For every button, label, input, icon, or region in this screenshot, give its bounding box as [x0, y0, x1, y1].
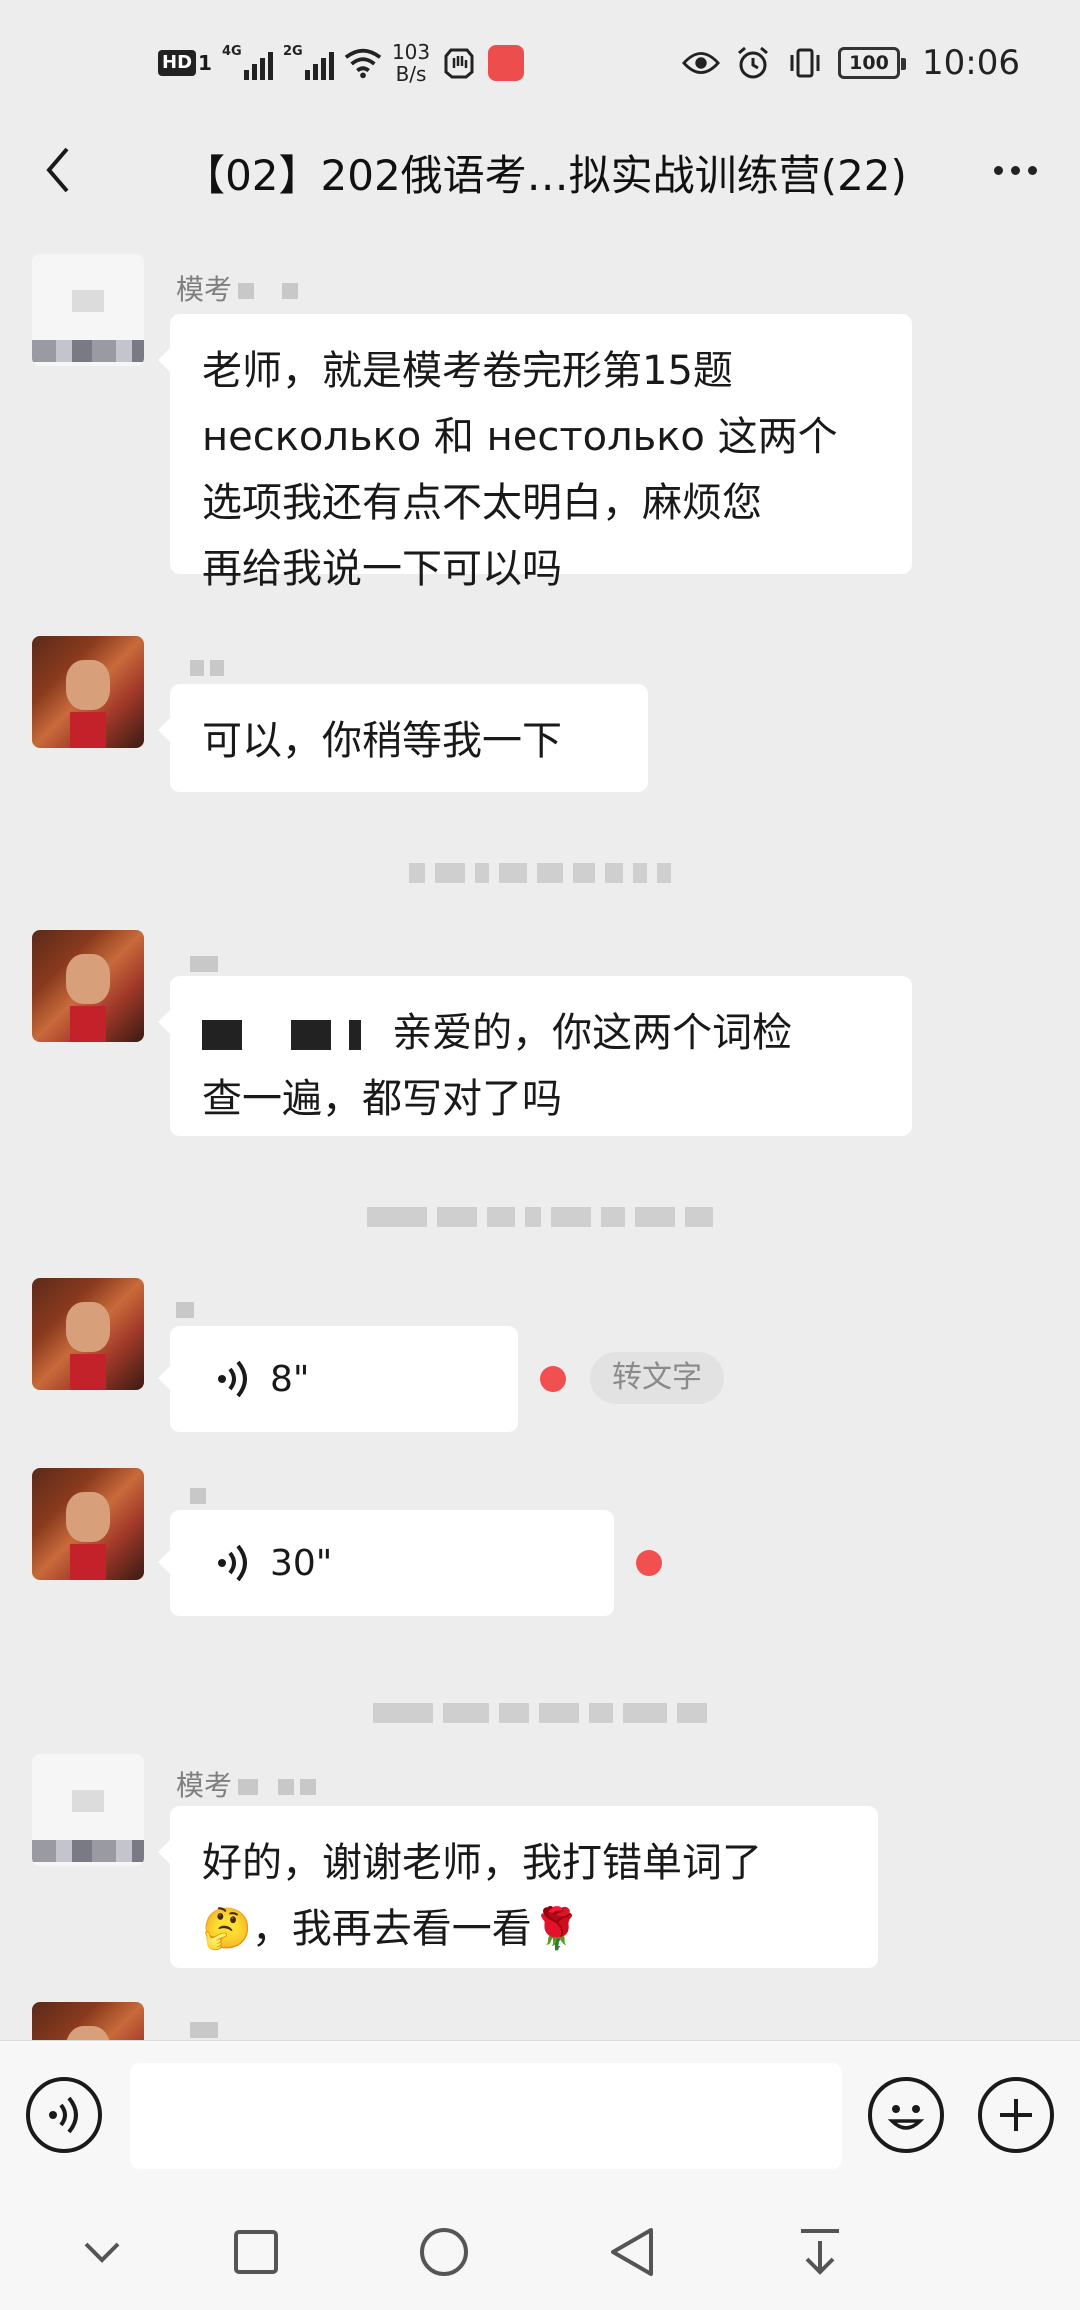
- chevron-down-icon: [84, 2242, 120, 2263]
- status-bar: HD 1 4G 2G 103 B/s 100 10:06: [0, 0, 1080, 120]
- sender-nickname: [176, 1292, 194, 1325]
- nickname-text: 模考: [176, 1769, 233, 1802]
- sender-nickname: 模考: [176, 268, 299, 308]
- avatar[interactable]: [32, 1468, 144, 1580]
- vibrate-icon: [786, 44, 824, 82]
- avatar[interactable]: [32, 1278, 144, 1390]
- message-text: 亲爱的，你这两个词检: [392, 1010, 793, 1056]
- sender-nickname: [176, 650, 224, 683]
- avatar[interactable]: [32, 636, 144, 748]
- sender-nickname: [176, 2012, 218, 2040]
- smiley-icon: [887, 2105, 925, 2130]
- plus-icon: [1000, 2099, 1032, 2131]
- voice-duration: 8": [270, 1358, 310, 1400]
- avatar[interactable]: [32, 1754, 144, 1866]
- voice-message[interactable]: 8": [158, 1326, 518, 1432]
- pull-down-icon: [801, 2229, 839, 2275]
- voice-wave-icon: [218, 1360, 247, 1398]
- status-bar-right: 100 10:06: [682, 38, 1020, 88]
- sim-index: 1: [198, 51, 212, 75]
- unread-dot: [636, 1550, 662, 1576]
- avatar[interactable]: [32, 2002, 144, 2040]
- triangle-back-icon: [611, 2228, 653, 2276]
- to-text-button[interactable]: 转文字: [590, 1352, 724, 1404]
- huawei-app-icon: [488, 45, 525, 81]
- system-notice: [0, 1202, 1080, 1232]
- net-speed-value: 103: [391, 40, 431, 64]
- message-line: 可以，你稍等我一下: [202, 718, 562, 764]
- message-bubble[interactable]: 亲爱的，你这两个词检 查一遍，都写对了吗: [158, 976, 912, 1136]
- chat-area[interactable]: 模考 老师，就是模考卷完形第15题 несколько 和 нестолько …: [0, 240, 1080, 2040]
- home-button[interactable]: [412, 2220, 476, 2284]
- rose-emoji: 🌹: [531, 1906, 582, 1952]
- wifi-icon: [344, 44, 382, 82]
- message-line: несколько 和 нестолько 这两个: [202, 414, 838, 460]
- voice-wave-icon: [218, 1544, 247, 1582]
- input-bar: [0, 2040, 1080, 2190]
- alarm-icon: [734, 44, 772, 82]
- signal-4g-label: 4G: [221, 44, 242, 59]
- back-nav-button[interactable]: [600, 2220, 664, 2284]
- voice-duration: 30": [270, 1542, 333, 1584]
- recent-apps-button[interactable]: [224, 2220, 288, 2284]
- clock: 10:06: [922, 43, 1020, 83]
- signal-2g-icon: 2G: [282, 44, 334, 80]
- signal-4g-icon: 4G: [221, 44, 273, 80]
- more-button[interactable]: [980, 140, 1050, 200]
- avatar[interactable]: [32, 254, 144, 366]
- status-bar-left: HD 1 4G 2G 103 B/s: [158, 38, 525, 88]
- eye-icon: [682, 44, 721, 82]
- voice-toggle-button[interactable]: [26, 2077, 102, 2153]
- sender-nickname: [176, 1478, 206, 1511]
- battery-icon: 100: [838, 47, 907, 79]
- message-line: 老师，就是模考卷完形第15题: [202, 348, 733, 394]
- system-notice: [0, 1698, 1080, 1728]
- more-dots-icon: [993, 165, 1003, 175]
- unread-dot: [540, 1366, 566, 1392]
- avatar[interactable]: [32, 930, 144, 1042]
- message-bubble[interactable]: 好的，谢谢老师，我打错单词了 🤔，我再去看一看🌹: [158, 1806, 878, 1968]
- redacted-mention: [349, 1020, 362, 1050]
- nickname-text: 模考: [176, 273, 233, 306]
- system-nav-bar: [0, 2190, 1080, 2310]
- net-speed-unit: B/s: [395, 62, 427, 86]
- message-text: ，我再去看一看: [251, 1906, 532, 1952]
- sender-nickname: 模考: [176, 1764, 317, 1804]
- net-speed: 103 B/s: [392, 41, 430, 85]
- square-icon: [234, 2230, 278, 2274]
- message-bubble[interactable]: 老师，就是模考卷完形第15题 несколько 和 нестолько 这两个…: [158, 314, 912, 592]
- message-input[interactable]: [130, 2063, 842, 2169]
- message-bubble[interactable]: 可以，你稍等我一下: [158, 684, 648, 792]
- redacted-mention: [290, 1020, 331, 1050]
- system-notice: [0, 858, 1080, 888]
- notification-pull-button[interactable]: [788, 2220, 852, 2284]
- redacted-mention: [202, 1020, 242, 1050]
- chevron-left-icon: [46, 147, 69, 193]
- plus-button[interactable]: [978, 2077, 1054, 2153]
- hd-badge: HD: [158, 50, 197, 76]
- thinking-emoji: 🤔: [202, 1906, 252, 1952]
- chat-header: 【02】202俄语考…拟实战训练营(22): [0, 120, 1080, 220]
- circle-icon: [420, 2228, 468, 2276]
- message-line: 🤔，我再去看一看🌹: [202, 1896, 846, 1962]
- voice-message[interactable]: 30": [158, 1510, 614, 1616]
- hand-icon: [440, 44, 478, 82]
- message-line: 选项我还有点不太明白，麻烦您: [202, 480, 762, 526]
- hide-keyboard-button[interactable]: [70, 2220, 134, 2284]
- signal-2g-label: 2G: [282, 44, 303, 59]
- message-line: 再给我说一下可以吗: [202, 546, 562, 592]
- message-line: 查一遍，都写对了吗: [202, 1076, 562, 1122]
- message-line: 亲爱的，你这两个词检: [202, 1000, 880, 1066]
- back-button[interactable]: [28, 140, 88, 200]
- emoji-button[interactable]: [868, 2077, 944, 2153]
- sender-nickname: [176, 946, 218, 979]
- message-line: 好的，谢谢老师，我打错单词了: [202, 1840, 762, 1886]
- group-title: 【02】202俄语考…拟实战训练营(22): [183, 151, 907, 200]
- voice-icon: [49, 2096, 78, 2134]
